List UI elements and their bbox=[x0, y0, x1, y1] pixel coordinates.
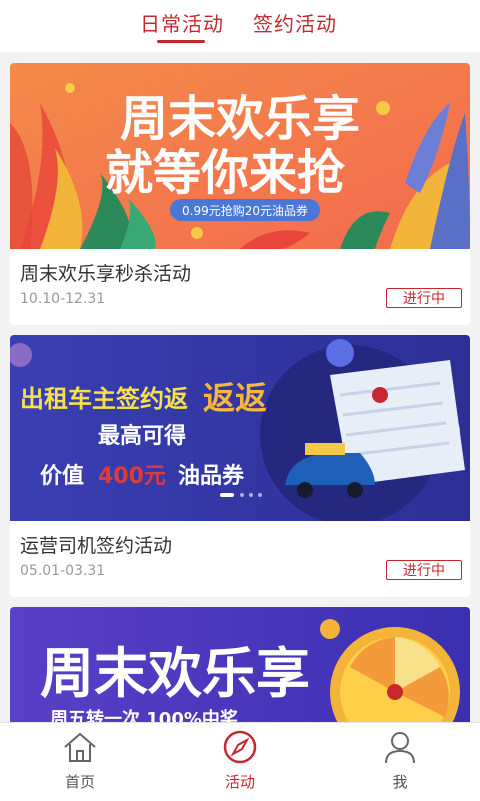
active-tab-indicator bbox=[157, 40, 205, 43]
tab-daily-activities[interactable]: 日常活动 bbox=[140, 8, 224, 37]
nav-home-label: 首页 bbox=[64, 773, 95, 791]
activity-title: 周末欢乐享秒杀活动 bbox=[20, 263, 192, 285]
banner-promo-tag: 0.99元抢购20元油品券 bbox=[182, 203, 308, 218]
banner-heading-line1: 周末欢乐享 bbox=[40, 642, 310, 705]
compass-icon bbox=[223, 730, 257, 764]
banner-weekend-lottery[interactable]: 周末欢乐享 周五转一次 100%中奖 bbox=[10, 607, 470, 722]
nav-me[interactable]: 我 bbox=[320, 723, 480, 801]
activity-title: 运营司机签约活动 bbox=[20, 535, 173, 557]
banner-subheading: 周五转一次 100%中奖 bbox=[50, 708, 239, 722]
banner-lottery-art: 周末欢乐享 周五转一次 100%中奖 bbox=[10, 607, 470, 722]
banner-line1b: 返返 bbox=[203, 379, 267, 417]
banner-line3c: 油品券 bbox=[178, 463, 245, 489]
nav-activity[interactable]: 活动 bbox=[160, 723, 320, 801]
nav-activity-label: 活动 bbox=[224, 773, 255, 791]
home-icon bbox=[64, 732, 96, 762]
nav-me-label: 我 bbox=[392, 773, 408, 791]
activity-date: 10.10-12.31 bbox=[20, 291, 106, 307]
banner-line2: 最高可得 bbox=[98, 423, 186, 449]
activity-date: 05.01-03.31 bbox=[20, 563, 106, 579]
user-icon bbox=[385, 732, 415, 764]
activity-card-weekend[interactable]: 周末欢乐享 就等你来抢 0.99元抢购20元油品券 周末欢乐享秒杀活动 10.1… bbox=[10, 63, 470, 325]
banner-driver-art: 出租车主签约返 返返 最高可得 价值 400元 油品券 bbox=[10, 335, 470, 521]
banner-driver-contract[interactable]: 出租车主签约返 返返 最高可得 价值 400元 油品券 bbox=[10, 335, 470, 521]
banner-line3a: 价值 bbox=[40, 463, 84, 489]
banner-line1a: 出租车主签约返 bbox=[20, 385, 188, 413]
bottom-navigation: 首页 活动 我 bbox=[0, 722, 480, 801]
activity-card-driver-contract[interactable]: 出租车主签约返 返返 最高可得 价值 400元 油品券 运营司机签约活动 05.… bbox=[10, 335, 470, 597]
top-tab-bar: 日常活动 签约活动 bbox=[0, 0, 480, 52]
activity-card-weekend-lottery[interactable]: 周末欢乐享 周五转一次 100%中奖 bbox=[10, 607, 470, 722]
banner-weekend-flash-sale[interactable]: 周末欢乐享 就等你来抢 0.99元抢购20元油品券 bbox=[10, 63, 470, 249]
banner-heading-line2: 就等你来抢 bbox=[105, 145, 346, 201]
banner-line3b: 400元 bbox=[98, 464, 166, 489]
tab-contract-activities[interactable]: 签约活动 bbox=[253, 8, 337, 37]
status-badge: 进行中 bbox=[386, 288, 462, 308]
banner-weekend-art: 周末欢乐享 就等你来抢 0.99元抢购20元油品券 bbox=[10, 63, 470, 249]
status-badge: 进行中 bbox=[386, 560, 462, 580]
nav-home[interactable]: 首页 bbox=[0, 723, 160, 801]
banner-heading-line1: 周末欢乐享 bbox=[120, 91, 360, 147]
